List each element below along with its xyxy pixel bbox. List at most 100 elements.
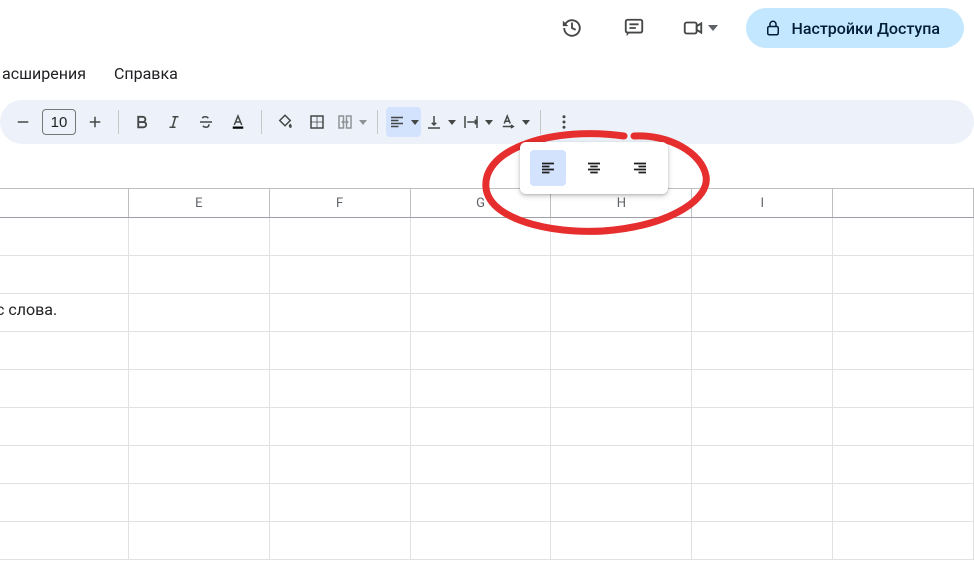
menu-extensions[interactable]: асширения: [0, 60, 88, 87]
cell[interactable]: [129, 218, 270, 256]
meet-dropdown[interactable]: [676, 8, 724, 48]
borders-button[interactable]: [302, 107, 332, 137]
cell[interactable]: [270, 256, 411, 294]
cell[interactable]: [129, 484, 270, 522]
cell[interactable]: [833, 332, 974, 370]
cell[interactable]: [270, 522, 411, 560]
font-size-decrease[interactable]: [8, 107, 38, 137]
cell[interactable]: [0, 446, 129, 484]
cell[interactable]: [411, 408, 552, 446]
cell[interactable]: [129, 408, 270, 446]
cell[interactable]: [551, 294, 692, 332]
merge-cells-dropdown[interactable]: [334, 107, 369, 137]
col-header[interactable]: [833, 189, 974, 217]
cell[interactable]: [129, 256, 270, 294]
comments-icon-button[interactable]: [614, 8, 654, 48]
cell[interactable]: [0, 408, 129, 446]
cell[interactable]: [692, 484, 833, 522]
fill-color-button[interactable]: [270, 107, 300, 137]
cell[interactable]: [129, 446, 270, 484]
cell[interactable]: [692, 522, 833, 560]
cell[interactable]: [833, 446, 974, 484]
cell[interactable]: [0, 332, 129, 370]
cell[interactable]: [833, 294, 974, 332]
strikethrough-button[interactable]: [191, 107, 221, 137]
col-header[interactable]: E: [129, 189, 270, 217]
cell[interactable]: [551, 332, 692, 370]
italic-button[interactable]: [159, 107, 189, 137]
cell[interactable]: [551, 408, 692, 446]
cell[interactable]: [411, 484, 552, 522]
cell[interactable]: [411, 446, 552, 484]
cell[interactable]: [270, 218, 411, 256]
text-wrap-dropdown[interactable]: [460, 107, 495, 137]
cell[interactable]: [692, 256, 833, 294]
cell[interactable]: [411, 522, 552, 560]
cell[interactable]: [692, 218, 833, 256]
cell[interactable]: [551, 522, 692, 560]
cell[interactable]: [833, 522, 974, 560]
cell[interactable]: [411, 332, 552, 370]
cell[interactable]: [129, 294, 270, 332]
cell[interactable]: [692, 408, 833, 446]
cell[interactable]: [270, 370, 411, 408]
cell[interactable]: [411, 256, 552, 294]
cell[interactable]: [551, 218, 692, 256]
cell[interactable]: [129, 370, 270, 408]
text-color-button[interactable]: [223, 107, 253, 137]
history-icon-button[interactable]: [552, 8, 592, 48]
col-header[interactable]: [0, 189, 129, 217]
cell[interactable]: [833, 256, 974, 294]
minus-icon: [14, 113, 32, 131]
menu-help[interactable]: Справка: [112, 60, 180, 87]
align-right-option[interactable]: [622, 150, 658, 186]
bold-button[interactable]: [127, 107, 157, 137]
share-button-label: Настройки Доступа: [792, 19, 941, 38]
cell[interactable]: [551, 446, 692, 484]
align-right-icon: [631, 159, 649, 177]
comment-icon: [623, 17, 645, 39]
cell[interactable]: [270, 332, 411, 370]
cell[interactable]: [692, 370, 833, 408]
cell[interactable]: [270, 408, 411, 446]
text-rotation-dropdown[interactable]: [497, 107, 532, 137]
align-center-option[interactable]: [576, 150, 612, 186]
cell[interactable]: [551, 370, 692, 408]
cell[interactable]: [411, 370, 552, 408]
cell[interactable]: [0, 522, 129, 560]
cell[interactable]: с слова.: [0, 294, 129, 332]
cell[interactable]: [692, 294, 833, 332]
cell[interactable]: [270, 484, 411, 522]
cell[interactable]: [692, 446, 833, 484]
cell[interactable]: [0, 370, 129, 408]
spreadsheet-grid[interactable]: E F G H I с слова.: [0, 188, 974, 584]
cell[interactable]: [129, 522, 270, 560]
cell[interactable]: [0, 218, 129, 256]
cell[interactable]: [0, 256, 129, 294]
cell[interactable]: [551, 256, 692, 294]
cell[interactable]: [833, 484, 974, 522]
align-left-option[interactable]: [530, 150, 566, 186]
font-size-increase[interactable]: [80, 107, 110, 137]
col-header[interactable]: I: [692, 189, 833, 217]
col-header[interactable]: F: [270, 189, 411, 217]
cell[interactable]: [833, 408, 974, 446]
cell[interactable]: [551, 484, 692, 522]
chevron-down-icon: [359, 120, 367, 125]
cell[interactable]: [129, 332, 270, 370]
cell[interactable]: [692, 332, 833, 370]
font-size-input[interactable]: [42, 109, 76, 135]
cell[interactable]: [411, 218, 552, 256]
vertical-align-dropdown[interactable]: [423, 107, 458, 137]
toolbar: [0, 100, 974, 144]
cell[interactable]: [270, 446, 411, 484]
cell[interactable]: [411, 294, 552, 332]
share-button[interactable]: Настройки Доступа: [746, 8, 965, 48]
cell[interactable]: [0, 484, 129, 522]
cell[interactable]: [270, 294, 411, 332]
more-button[interactable]: [549, 107, 579, 137]
cell[interactable]: [833, 370, 974, 408]
column-headers: E F G H I: [0, 188, 974, 218]
horizontal-align-dropdown[interactable]: [386, 107, 421, 137]
cell[interactable]: [833, 218, 974, 256]
